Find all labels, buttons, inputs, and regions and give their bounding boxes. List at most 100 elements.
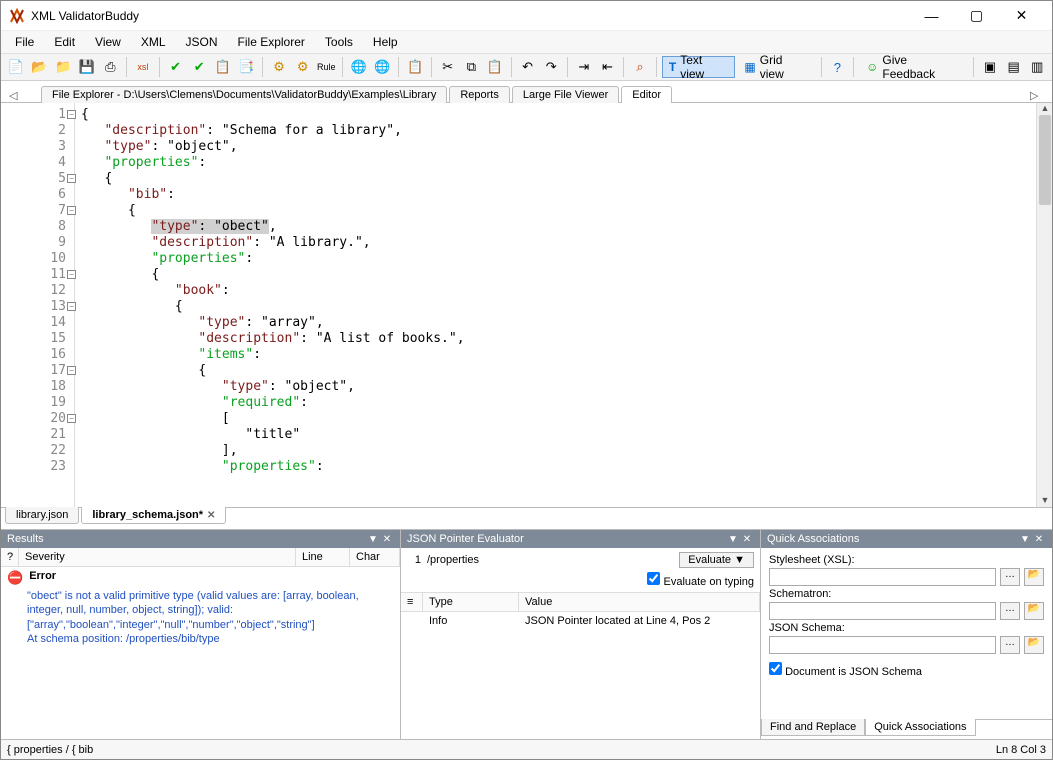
- scroll-up-icon[interactable]: ▲: [1037, 103, 1053, 115]
- paste-icon[interactable]: 📋: [404, 56, 426, 78]
- qa-stylesheet-open-icon[interactable]: 📂: [1024, 568, 1044, 586]
- open-file-icon[interactable]: 📂: [29, 56, 51, 78]
- titlebar: XML ValidatorBuddy — ▢ ✕: [1, 1, 1052, 31]
- error-icon: ⛔: [7, 570, 23, 586]
- run-icon[interactable]: ⚙: [268, 56, 290, 78]
- qa-stylesheet-label: Stylesheet (XSL):: [769, 554, 1044, 566]
- find-icon[interactable]: ⌕: [629, 56, 651, 78]
- menu-xml[interactable]: XML: [131, 33, 176, 51]
- jp-col-icon: ≡: [401, 593, 423, 611]
- outdent-icon[interactable]: ⇤: [597, 56, 619, 78]
- tab-scroll-right-icon[interactable]: ▷: [1030, 89, 1044, 102]
- status-path: { properties / { bib: [7, 744, 93, 756]
- qa-tab-quick-assoc[interactable]: Quick Associations: [865, 719, 975, 736]
- results-close-icon[interactable]: ✕: [380, 534, 394, 545]
- results-col-char[interactable]: Char: [350, 548, 400, 566]
- vertical-scrollbar[interactable]: ▲ ▼: [1036, 103, 1052, 507]
- line-gutter: 1−2345−67−891011−1213−14151617−181920−21…: [1, 103, 75, 507]
- menu-json[interactable]: JSON: [176, 33, 228, 51]
- open-folder-icon[interactable]: 📁: [52, 56, 74, 78]
- run2-icon[interactable]: ⚙: [292, 56, 314, 78]
- minimize-button[interactable]: —: [909, 2, 954, 30]
- cut-icon[interactable]: ✂: [437, 56, 459, 78]
- menu-edit[interactable]: Edit: [44, 33, 85, 51]
- qa-header: Quick Associations ▼ ✕: [761, 530, 1052, 548]
- tab-editor[interactable]: Editor: [621, 86, 672, 103]
- redo-icon[interactable]: ↷: [540, 56, 562, 78]
- doc-is-schema-checkbox[interactable]: Document is JSON Schema: [769, 666, 922, 678]
- menu-file-explorer[interactable]: File Explorer: [228, 33, 315, 51]
- close-tab-icon[interactable]: ✕: [207, 510, 215, 521]
- tab-large-file-viewer[interactable]: Large File Viewer: [512, 86, 619, 103]
- results-col-icon[interactable]: ?: [1, 548, 19, 566]
- misc1-icon[interactable]: ▣: [979, 56, 1001, 78]
- menu-file[interactable]: File: [5, 33, 44, 51]
- qa-stylesheet-input[interactable]: [769, 568, 996, 586]
- close-button[interactable]: ✕: [999, 2, 1044, 30]
- menu-view[interactable]: View: [85, 33, 131, 51]
- tab-file-explorer[interactable]: File Explorer - D:\Users\Clemens\Documen…: [41, 86, 447, 103]
- scroll-down-icon[interactable]: ▼: [1037, 495, 1053, 507]
- globe2-icon[interactable]: 🌐: [372, 56, 394, 78]
- new-file-icon[interactable]: 📄: [5, 56, 27, 78]
- qa-schematron-input[interactable]: [769, 602, 996, 620]
- menu-help[interactable]: Help: [363, 33, 408, 51]
- results-col-severity[interactable]: Severity: [19, 548, 296, 566]
- json-pointer-dropdown-icon[interactable]: ▼: [726, 534, 740, 545]
- validate-ok-icon[interactable]: ✔: [165, 56, 187, 78]
- qa-close-icon[interactable]: ✕: [1032, 534, 1046, 545]
- feedback-button[interactable]: ☺Give Feedback: [859, 56, 968, 78]
- jp-table-head: ≡ Type Value: [401, 592, 760, 612]
- qa-jsonschema-browse-icon[interactable]: …: [1000, 636, 1020, 654]
- xsl-icon[interactable]: xsl: [132, 56, 154, 78]
- qa-jsonschema-open-icon[interactable]: 📂: [1024, 636, 1044, 654]
- grid-view-button[interactable]: ▦Grid view: [737, 56, 815, 78]
- indent-icon[interactable]: ⇥: [573, 56, 595, 78]
- editor-area: 1−2345−67−891011−1213−14151617−181920−21…: [1, 103, 1052, 507]
- globe-icon[interactable]: 🌐: [348, 56, 370, 78]
- menu-tools[interactable]: Tools: [315, 33, 363, 51]
- misc3-icon[interactable]: ▥: [1027, 56, 1049, 78]
- qa-dropdown-icon[interactable]: ▼: [1018, 534, 1032, 545]
- results-title: Results: [7, 533, 44, 545]
- jp-col-value[interactable]: Value: [519, 593, 760, 611]
- save-all-icon[interactable]: ⎙: [100, 56, 122, 78]
- wellformed-icon[interactable]: 📋: [212, 56, 234, 78]
- scroll-thumb[interactable]: [1039, 115, 1051, 205]
- validate-warn-icon[interactable]: ✔: [188, 56, 210, 78]
- results-error-row[interactable]: ⛔ Error: [1, 567, 400, 589]
- doc-tab-library[interactable]: library.json: [5, 507, 79, 524]
- json-pointer-close-icon[interactable]: ✕: [740, 534, 754, 545]
- results-col-line[interactable]: Line: [296, 548, 350, 566]
- help-icon[interactable]: ?: [827, 56, 849, 78]
- tab-scroll-left-icon[interactable]: ◁: [9, 89, 23, 102]
- paste2-icon[interactable]: 📋: [484, 56, 506, 78]
- qa-jsonschema-input[interactable]: [769, 636, 996, 654]
- maximize-button[interactable]: ▢: [954, 2, 999, 30]
- check-icon[interactable]: 📑: [236, 56, 258, 78]
- jp-info-row[interactable]: Info JSON Pointer located at Line 4, Pos…: [401, 612, 760, 630]
- qa-jsonschema-label: JSON Schema:: [769, 622, 1044, 634]
- json-pointer-title: JSON Pointer Evaluator: [407, 533, 524, 545]
- qa-stylesheet-browse-icon[interactable]: …: [1000, 568, 1020, 586]
- misc2-icon[interactable]: ▤: [1003, 56, 1025, 78]
- undo-icon[interactable]: ↶: [517, 56, 539, 78]
- results-dropdown-icon[interactable]: ▼: [366, 534, 380, 545]
- menubar: File Edit View XML JSON File Explorer To…: [1, 31, 1052, 53]
- rule-icon[interactable]: Rule: [315, 56, 337, 78]
- qa-schematron-open-icon[interactable]: 📂: [1024, 602, 1044, 620]
- eval-on-typing-checkbox[interactable]: Evaluate on typing: [647, 576, 754, 588]
- code-editor[interactable]: { "description": "Schema for a library",…: [75, 103, 1036, 507]
- qa-schematron-browse-icon[interactable]: …: [1000, 602, 1020, 620]
- doc-tab-library-schema[interactable]: library_schema.json*✕: [81, 507, 226, 524]
- tab-reports[interactable]: Reports: [449, 86, 510, 103]
- jp-col-type[interactable]: Type: [423, 593, 519, 611]
- document-tabs: library.json library_schema.json*✕: [1, 507, 1052, 529]
- copy-icon[interactable]: ⧉: [461, 56, 483, 78]
- results-header: Results ▼ ✕: [1, 530, 400, 548]
- text-view-button[interactable]: TText view: [662, 56, 736, 78]
- evaluate-button[interactable]: Evaluate ▼: [679, 552, 754, 568]
- save-icon[interactable]: 💾: [76, 56, 98, 78]
- qa-tab-find[interactable]: Find and Replace: [761, 719, 865, 736]
- jp-path[interactable]: /properties: [427, 554, 673, 566]
